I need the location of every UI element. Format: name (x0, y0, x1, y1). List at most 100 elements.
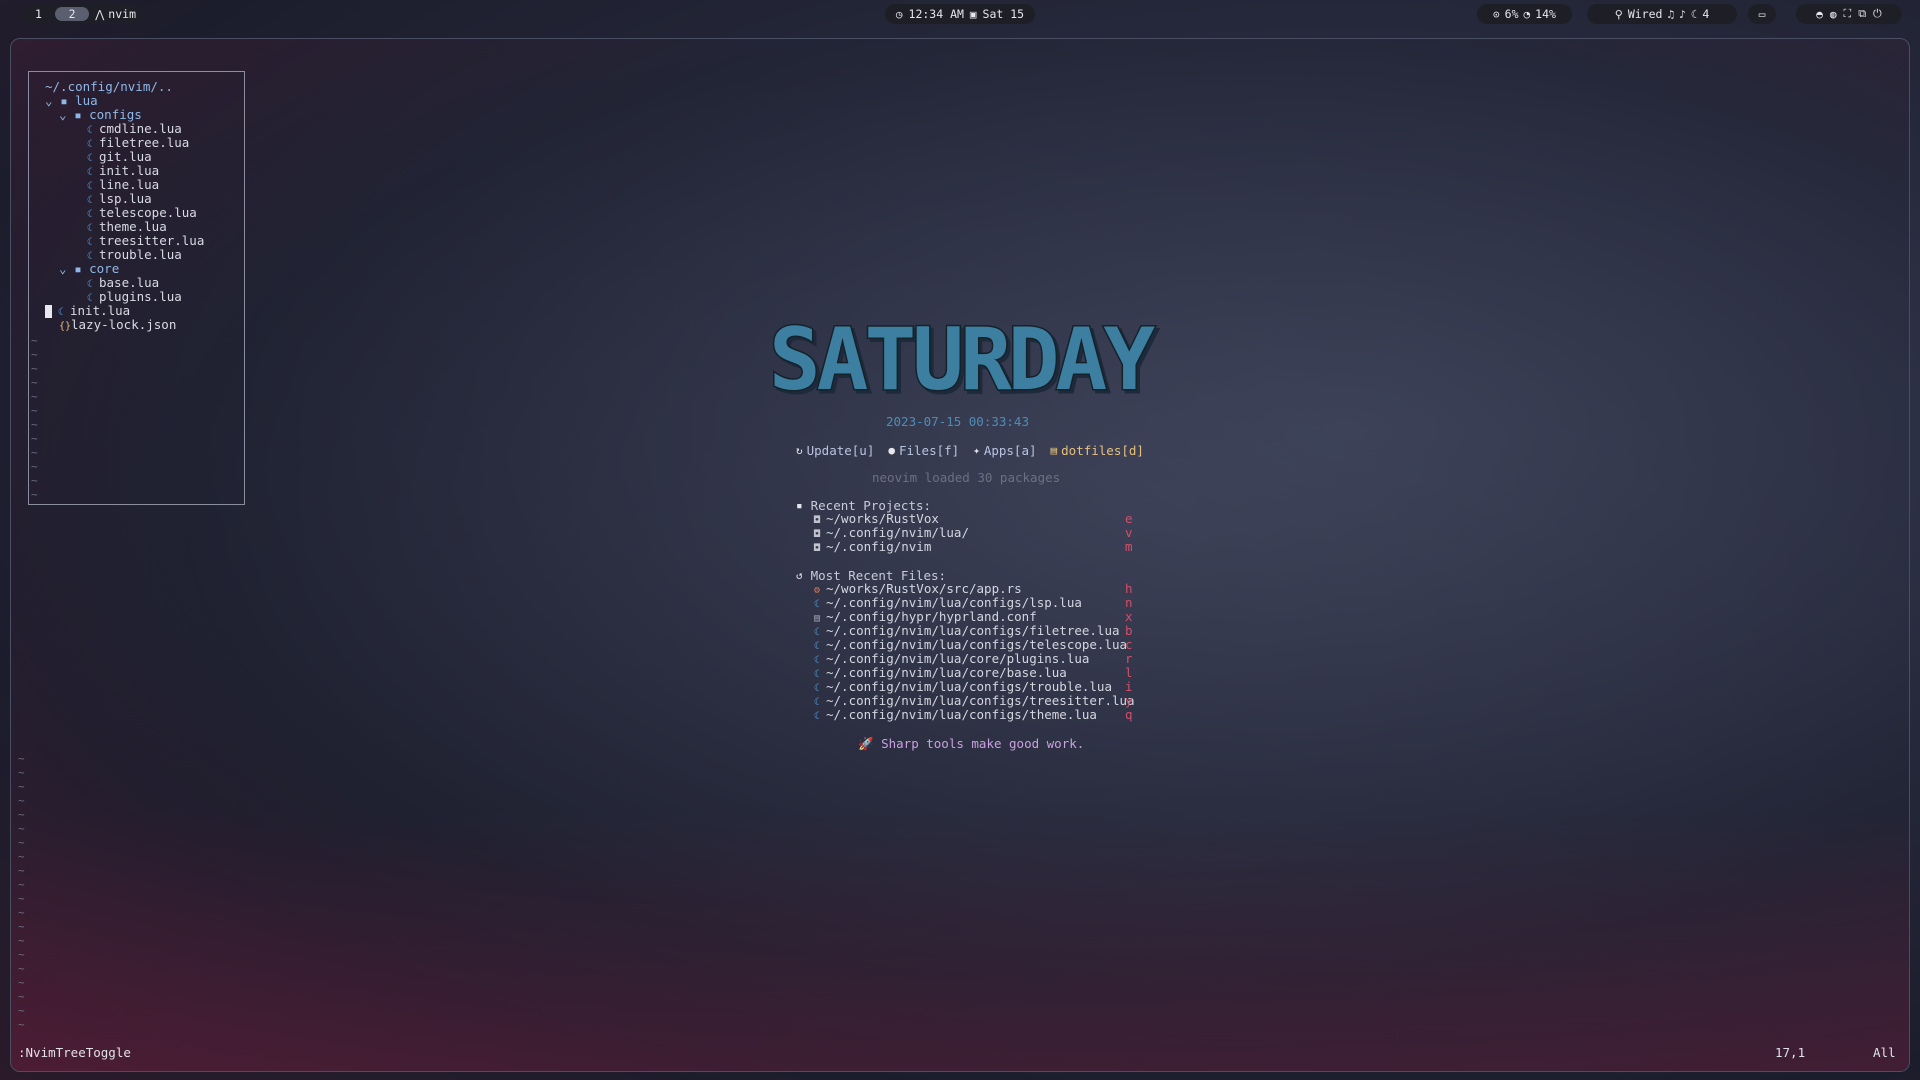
apps-button[interactable]: ✦ Apps[a] (973, 442, 1036, 458)
project-icon: ◘ (814, 543, 821, 554)
workspace-switcher: 1 2 ⋀ nvim (22, 4, 142, 24)
recent-file-row[interactable]: ☾ ~/.config/nvim/lua/configs/theme.lua q (814, 707, 1134, 723)
rocket-icon: ✦ (973, 443, 980, 457)
folder-icon: ▪ (74, 107, 90, 122)
text-cursor (45, 305, 52, 318)
tree-file[interactable]: ☾ theme.lua (87, 220, 167, 235)
files-button[interactable]: ● Files[f] (888, 442, 959, 458)
active-window[interactable]: ⋀ nvim (95, 7, 136, 21)
banner-text: SATURDAY (769, 313, 1155, 403)
folder-icon: ▪ (796, 499, 803, 512)
recent-project-row[interactable]: ◘ ~/works/RustVox e (814, 512, 1134, 527)
plugins-loaded-text: neovim loaded 30 packages (872, 470, 1061, 485)
tree-file-selected[interactable]: ☾ init.lua (45, 304, 130, 318)
display-button[interactable]: ▭ (1748, 4, 1776, 24)
dashboard-actions: ↻ Update[u] ● Files[f] ✦ Apps[a] ▤ dotfi… (796, 442, 1144, 458)
recent-file-row[interactable]: ☾ ~/.config/nvim/lua/core/plugins.lua r (814, 651, 1134, 667)
tree-dir-core[interactable]: ⌄ ▪ core (59, 262, 119, 276)
recent-file-row[interactable]: ☾ ~/.config/nvim/lua/core/base.lua l (814, 666, 1134, 681)
empty-line-marker: ~ (31, 348, 38, 361)
ascii-banner: SATURDAY (767, 313, 1160, 403)
tree-file[interactable]: ☾ plugins.lua (87, 290, 182, 305)
empty-line-marker: ~ (31, 334, 38, 347)
tree-file[interactable]: ☾ init.lua (87, 164, 159, 179)
network-status: Wired (1627, 7, 1663, 21)
palette-icon[interactable]: ◍ (1830, 8, 1837, 21)
power-icon[interactable]: ⏻ (1873, 7, 1882, 21)
tree-file[interactable]: ☾ base.lua (87, 276, 159, 291)
rocket-icon: 🚀 (858, 736, 882, 751)
calendar-icon: ▣ (969, 7, 977, 21)
recent-file-row[interactable]: ☾ ~/.config/nvim/lua/configs/lsp.lua n (814, 596, 1134, 611)
command-line[interactable]: :NvimTreeToggle (18, 1045, 131, 1060)
tree-file[interactable]: {}lazy-lock.json (59, 318, 176, 333)
shortcut-key: b (1125, 623, 1133, 638)
tree-file[interactable]: ☾ git.lua (87, 150, 152, 165)
chevron-down-icon: ⌄ (59, 261, 75, 276)
microphone-icon[interactable]: ♪ (1679, 8, 1686, 21)
empty-line-marker: ~ (31, 404, 38, 417)
empty-line-marker: ~ (31, 460, 38, 473)
recent-project-row[interactable]: ◘ ~/.config/nvim m (814, 540, 1134, 555)
workspace-2[interactable]: 2 (54, 7, 90, 21)
shortcut-key: h (1125, 581, 1133, 596)
ethernet-icon: ⚲ (1614, 7, 1623, 21)
system-tray: ◓ ◍ ⛶ ⧉ ⏻ (1796, 4, 1902, 24)
clock-date: Sat 15 (982, 7, 1025, 21)
json-icon: {} (59, 321, 72, 332)
nvim-tree-panel[interactable]: ~/.config/nvim/.. ⌄ ▪ lua ⌄ ▪ configs ☾ c… (28, 71, 245, 505)
workspace-1[interactable]: 1 (28, 7, 49, 21)
shortcut-key: x (1125, 609, 1133, 624)
tree-file[interactable]: ☾ filetree.lua (87, 136, 189, 151)
network-audio-widget[interactable]: ⚲ Wired ♫ ♪ ☾ 4 (1587, 4, 1737, 24)
file-icon: ● (888, 443, 895, 457)
shortcut-key: v (1125, 525, 1133, 540)
notification-count: 4 (1702, 7, 1710, 21)
empty-line-marker: ~ (31, 488, 38, 501)
tree-file[interactable]: ☾ lsp.lua (87, 192, 152, 207)
memory-usage: 14% (1535, 7, 1556, 21)
headphones-icon[interactable]: ♫ (1667, 8, 1674, 21)
scroll-indicator: All (1873, 1045, 1896, 1060)
fullscreen-icon[interactable]: ⛶ (1843, 7, 1851, 21)
cpu-icon: ⊙ (1493, 7, 1500, 21)
clock-widget[interactable]: ◷ 12:34 AM ▣ Sat 15 (885, 4, 1035, 24)
hyprland-icon: ⋀ (95, 7, 105, 21)
shortcut-key: q (1125, 707, 1133, 722)
recent-file-row[interactable]: ☾ ~/.config/nvim/lua/configs/filetree.lua… (814, 623, 1134, 639)
top-bar: 1 2 ⋀ nvim ◷ 12:34 AM ▣ Sat 15 ⊙ 6% ◔ 14… (0, 0, 1920, 28)
empty-line-marker: ~ (31, 446, 38, 459)
ghost-icon[interactable]: ◓ (1816, 8, 1823, 21)
recent-file-row[interactable]: ☾ ~/.config/nvim/lua/configs/treesitter.l… (814, 694, 1135, 709)
recent-file-row[interactable]: ☾ ~/.config/nvim/lua/configs/trouble.lua … (814, 679, 1134, 695)
recent-project-row[interactable]: ◘ ~/.config/nvim/lua/ v (814, 525, 1134, 541)
shortcut-key: r (1125, 651, 1133, 666)
moon-icon[interactable]: ☾ (1691, 8, 1698, 21)
tree-file[interactable]: ☾ treesitter.lua (87, 234, 204, 249)
recent-file-row[interactable]: ⚙ ~/works/RustVox/src/app.rs h (814, 581, 1134, 597)
copy-icon[interactable]: ⧉ (1858, 7, 1866, 21)
tree-file[interactable]: ☾ line.lua (87, 178, 159, 193)
recent-file-row[interactable]: ☾ ~/.config/nvim/lua/configs/telescope.lu… (814, 638, 1134, 653)
chevron-down-icon: ⌄ (59, 107, 75, 122)
tree-root[interactable]: ~/.config/nvim/.. (45, 80, 173, 94)
monitor-icon: ▭ (1758, 7, 1766, 21)
shortcut-key: i (1125, 679, 1133, 694)
tree-file[interactable]: ☾ telescope.lua (87, 206, 197, 221)
empty-line-marker: ~ (31, 362, 38, 375)
system-stats[interactable]: ⊙ 6% ◔ 14% (1477, 4, 1572, 24)
terminal-window[interactable] (10, 38, 1910, 1072)
empty-line-marker: ~ (31, 390, 38, 403)
recent-file-row[interactable]: ▤ ~/.config/hypr/hyprland.conf x (814, 609, 1134, 625)
tree-dir-lua[interactable]: ⌄ ▪ lua (45, 94, 98, 108)
folder-icon: ▪ (60, 93, 76, 108)
cpu-usage: 6% (1504, 7, 1519, 21)
dashboard-quote: 🚀 Sharp tools make good work. (858, 736, 1085, 751)
tree-file[interactable]: ☾ cmdline.lua (87, 122, 182, 137)
tree-file[interactable]: ☾ trouble.lua (87, 248, 182, 263)
update-button[interactable]: ↻ Update[u] (796, 442, 874, 458)
dotfiles-button[interactable]: ▤ dotfiles[d] (1051, 442, 1144, 458)
tree-dir-configs[interactable]: ⌄ ▪ configs (59, 108, 142, 122)
clock-time: 12:34 AM (908, 7, 964, 21)
dashboard-datetime: 2023-07-15 00:33:43 (886, 414, 1029, 429)
